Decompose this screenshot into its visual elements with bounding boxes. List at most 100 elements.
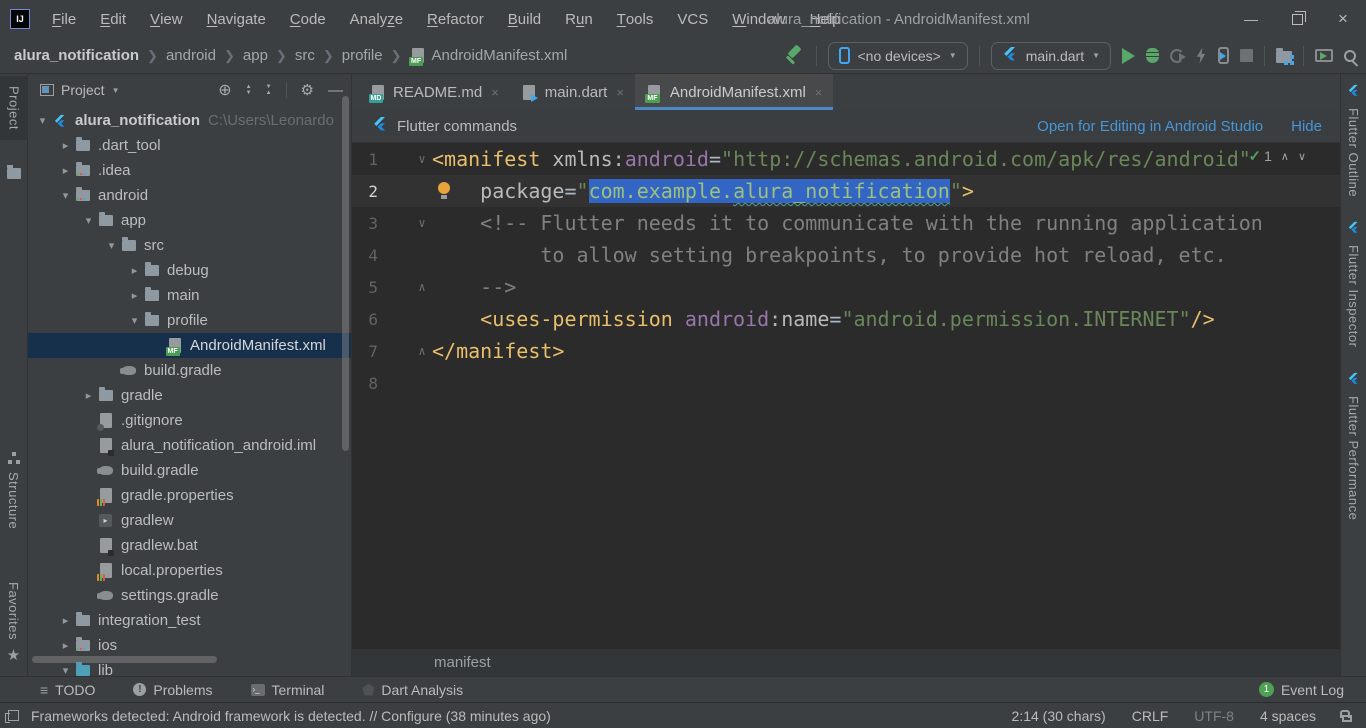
device-selector[interactable]: <no devices> ▼ — [828, 42, 968, 70]
menu-vcs[interactable]: VCS — [665, 0, 720, 38]
device-manager-icon[interactable] — [1315, 49, 1333, 62]
code-line-8[interactable]: 8 — [352, 367, 1340, 399]
chevron-expanded-icon[interactable]: ▾ — [34, 114, 51, 127]
toolwindow-toggle-icon[interactable] — [8, 710, 19, 721]
breadcrumb-item[interactable]: src — [295, 47, 315, 64]
code-line-5[interactable]: 5∧ --> — [352, 271, 1340, 303]
tree-row-settings-gradle[interactable]: settings.gradle — [28, 583, 351, 608]
tree-row-profile[interactable]: ▾profile — [28, 308, 351, 333]
stop-button[interactable] — [1240, 49, 1253, 62]
caret-position[interactable]: 2:14 (30 chars) — [1012, 708, 1106, 724]
intention-bulb-icon[interactable] — [438, 182, 450, 199]
code-editor[interactable]: ✓ 1 ∧ ∨ 1∨<manifest xmlns:android="http:… — [352, 143, 1340, 648]
tree-row--idea[interactable]: ▸.idea — [28, 158, 351, 183]
tab-androidmanifest-xml[interactable]: MFAndroidManifest.xml× — [635, 74, 833, 110]
tree-row-android[interactable]: ▾android — [28, 183, 351, 208]
chevron-down-icon[interactable]: ▼ — [112, 86, 120, 95]
code-line-4[interactable]: 4 to allow setting breakpoints, to provi… — [352, 239, 1340, 271]
status-message[interactable]: Frameworks detected: Android framework i… — [31, 708, 551, 724]
chevron-collapsed-icon[interactable]: ▸ — [57, 614, 74, 627]
tree-row-ios[interactable]: ▸ios — [28, 633, 351, 658]
tree-row-build-gradle[interactable]: build.gradle — [28, 458, 351, 483]
fold-end-icon[interactable]: ∧ — [414, 344, 430, 358]
event-log-button[interactable]: 1 Event Log — [1259, 682, 1344, 698]
tab-readme-md[interactable]: MDREADME.md× — [358, 74, 510, 110]
breadcrumb-item[interactable]: android — [166, 47, 216, 64]
menu-edit[interactable]: Edit — [88, 0, 138, 38]
chevron-collapsed-icon[interactable]: ▸ — [126, 289, 143, 302]
tree-row-gradlew[interactable]: ▸gradlew — [28, 508, 351, 533]
readonly-lock-icon[interactable] — [1342, 715, 1352, 722]
chevron-collapsed-icon[interactable]: ▸ — [126, 264, 143, 277]
fold-open-icon[interactable]: ∨ — [414, 216, 430, 230]
hide-panel-icon[interactable]: — — [328, 82, 343, 99]
tree-row-local-properties[interactable]: local.properties — [28, 558, 351, 583]
tree-row-alura-notification[interactable]: ▾alura_notificationC:\Users\Leonardo — [28, 108, 351, 133]
hide-banner-link[interactable]: Hide — [1291, 118, 1322, 135]
maximize-button[interactable] — [1274, 0, 1320, 38]
menu-view[interactable]: View — [138, 0, 195, 38]
breadcrumb-manifest[interactable]: manifest — [434, 654, 491, 671]
tree-row-main[interactable]: ▸main — [28, 283, 351, 308]
tool-button-favorites[interactable]: Favorites ★ — [0, 582, 27, 664]
breadcrumb-item[interactable]: app — [243, 47, 268, 64]
tree-row-integration-test[interactable]: ▸integration_test — [28, 608, 351, 633]
settings-gear-icon[interactable]: ⚙ — [301, 81, 314, 99]
tree-row-gradle-properties[interactable]: gradle.properties — [28, 483, 351, 508]
code-line-7[interactable]: 7∧</manifest> — [352, 335, 1340, 367]
build-hammer-icon[interactable] — [785, 46, 805, 66]
collapse-all-icon[interactable]: ▼▲ — [266, 84, 272, 96]
tool-button-dart-analysis[interactable]: Dart Analysis — [362, 682, 463, 698]
file-encoding[interactable]: UTF-8 — [1194, 708, 1234, 724]
tool-button-structure[interactable]: Structure — [0, 452, 27, 529]
tool-button-terminal[interactable]: ›_Terminal — [251, 682, 325, 698]
profiler-button[interactable] — [1170, 49, 1184, 63]
tree-row-src[interactable]: ▾src — [28, 233, 351, 258]
breadcrumb-item[interactable]: profile — [342, 47, 383, 64]
chevron-collapsed-icon[interactable]: ▸ — [57, 639, 74, 652]
flutter-attach-icon[interactable] — [1218, 47, 1229, 64]
tree-row-app[interactable]: ▾app — [28, 208, 351, 233]
project-structure-icon[interactable] — [1276, 51, 1292, 63]
menu-code[interactable]: Code — [278, 0, 338, 38]
chevron-collapsed-icon[interactable]: ▸ — [80, 389, 97, 402]
tree-row-androidmanifest-xml[interactable]: MFAndroidManifest.xml — [28, 333, 351, 358]
project-toolwindow-icon[interactable] — [0, 168, 27, 179]
project-horizontal-scrollbar[interactable] — [32, 656, 217, 663]
tool-button-flutter-performance[interactable]: Flutter Performance — [1346, 372, 1361, 520]
tree-row-gradle[interactable]: ▸gradle — [28, 383, 351, 408]
tree-row-gradlew-bat[interactable]: gradlew.bat — [28, 533, 351, 558]
code-line-2[interactable]: 2 package="com.example.alura_notificatio… — [352, 175, 1340, 207]
indent-setting[interactable]: 4 spaces — [1260, 708, 1316, 724]
close-button[interactable]: × — [1320, 0, 1366, 38]
breadcrumb-item[interactable]: MFAndroidManifest.xml — [410, 47, 568, 64]
chevron-collapsed-icon[interactable]: ▸ — [57, 164, 74, 177]
menu-file[interactable]: File — [40, 0, 88, 38]
close-tab-icon[interactable]: × — [815, 85, 823, 100]
open-in-android-studio-link[interactable]: Open for Editing in Android Studio — [1037, 118, 1263, 135]
line-ending[interactable]: CRLF — [1132, 708, 1169, 724]
fold-open-icon[interactable]: ∨ — [414, 152, 430, 166]
tab-main-dart[interactable]: main.dart× — [510, 74, 635, 110]
tool-button-flutter-inspector[interactable]: Flutter Inspector — [1346, 221, 1361, 347]
menu-refactor[interactable]: Refactor — [415, 0, 496, 38]
close-tab-icon[interactable]: × — [616, 85, 624, 100]
tree-row--dart-tool[interactable]: ▸.dart_tool — [28, 133, 351, 158]
chevron-collapsed-icon[interactable]: ▸ — [57, 139, 74, 152]
chevron-expanded-icon[interactable]: ▾ — [103, 239, 120, 252]
code-line-6[interactable]: 6 <uses-permission android:name="android… — [352, 303, 1340, 335]
run-button[interactable] — [1122, 48, 1135, 64]
run-config-selector[interactable]: main.dart ▼ — [991, 42, 1111, 70]
editor-breadcrumbs[interactable]: manifest — [352, 648, 1340, 676]
tool-button-flutter-outline[interactable]: Flutter Outline — [1346, 84, 1361, 197]
chevron-expanded-icon[interactable]: ▾ — [57, 189, 74, 202]
menu-tools[interactable]: Tools — [605, 0, 666, 38]
tool-button-todo[interactable]: ≡TODO — [40, 682, 95, 698]
code-line-3[interactable]: 3∨ <!-- Flutter needs it to communicate … — [352, 207, 1340, 239]
breadcrumb-item[interactable]: alura_notification — [14, 47, 139, 64]
menu-run[interactable]: Run — [553, 0, 605, 38]
chevron-expanded-icon[interactable]: ▾ — [80, 214, 97, 227]
tree-row-alura-notification-android-iml[interactable]: alura_notification_android.iml — [28, 433, 351, 458]
close-tab-icon[interactable]: × — [491, 85, 499, 100]
tool-button-problems[interactable]: !Problems — [133, 682, 212, 698]
